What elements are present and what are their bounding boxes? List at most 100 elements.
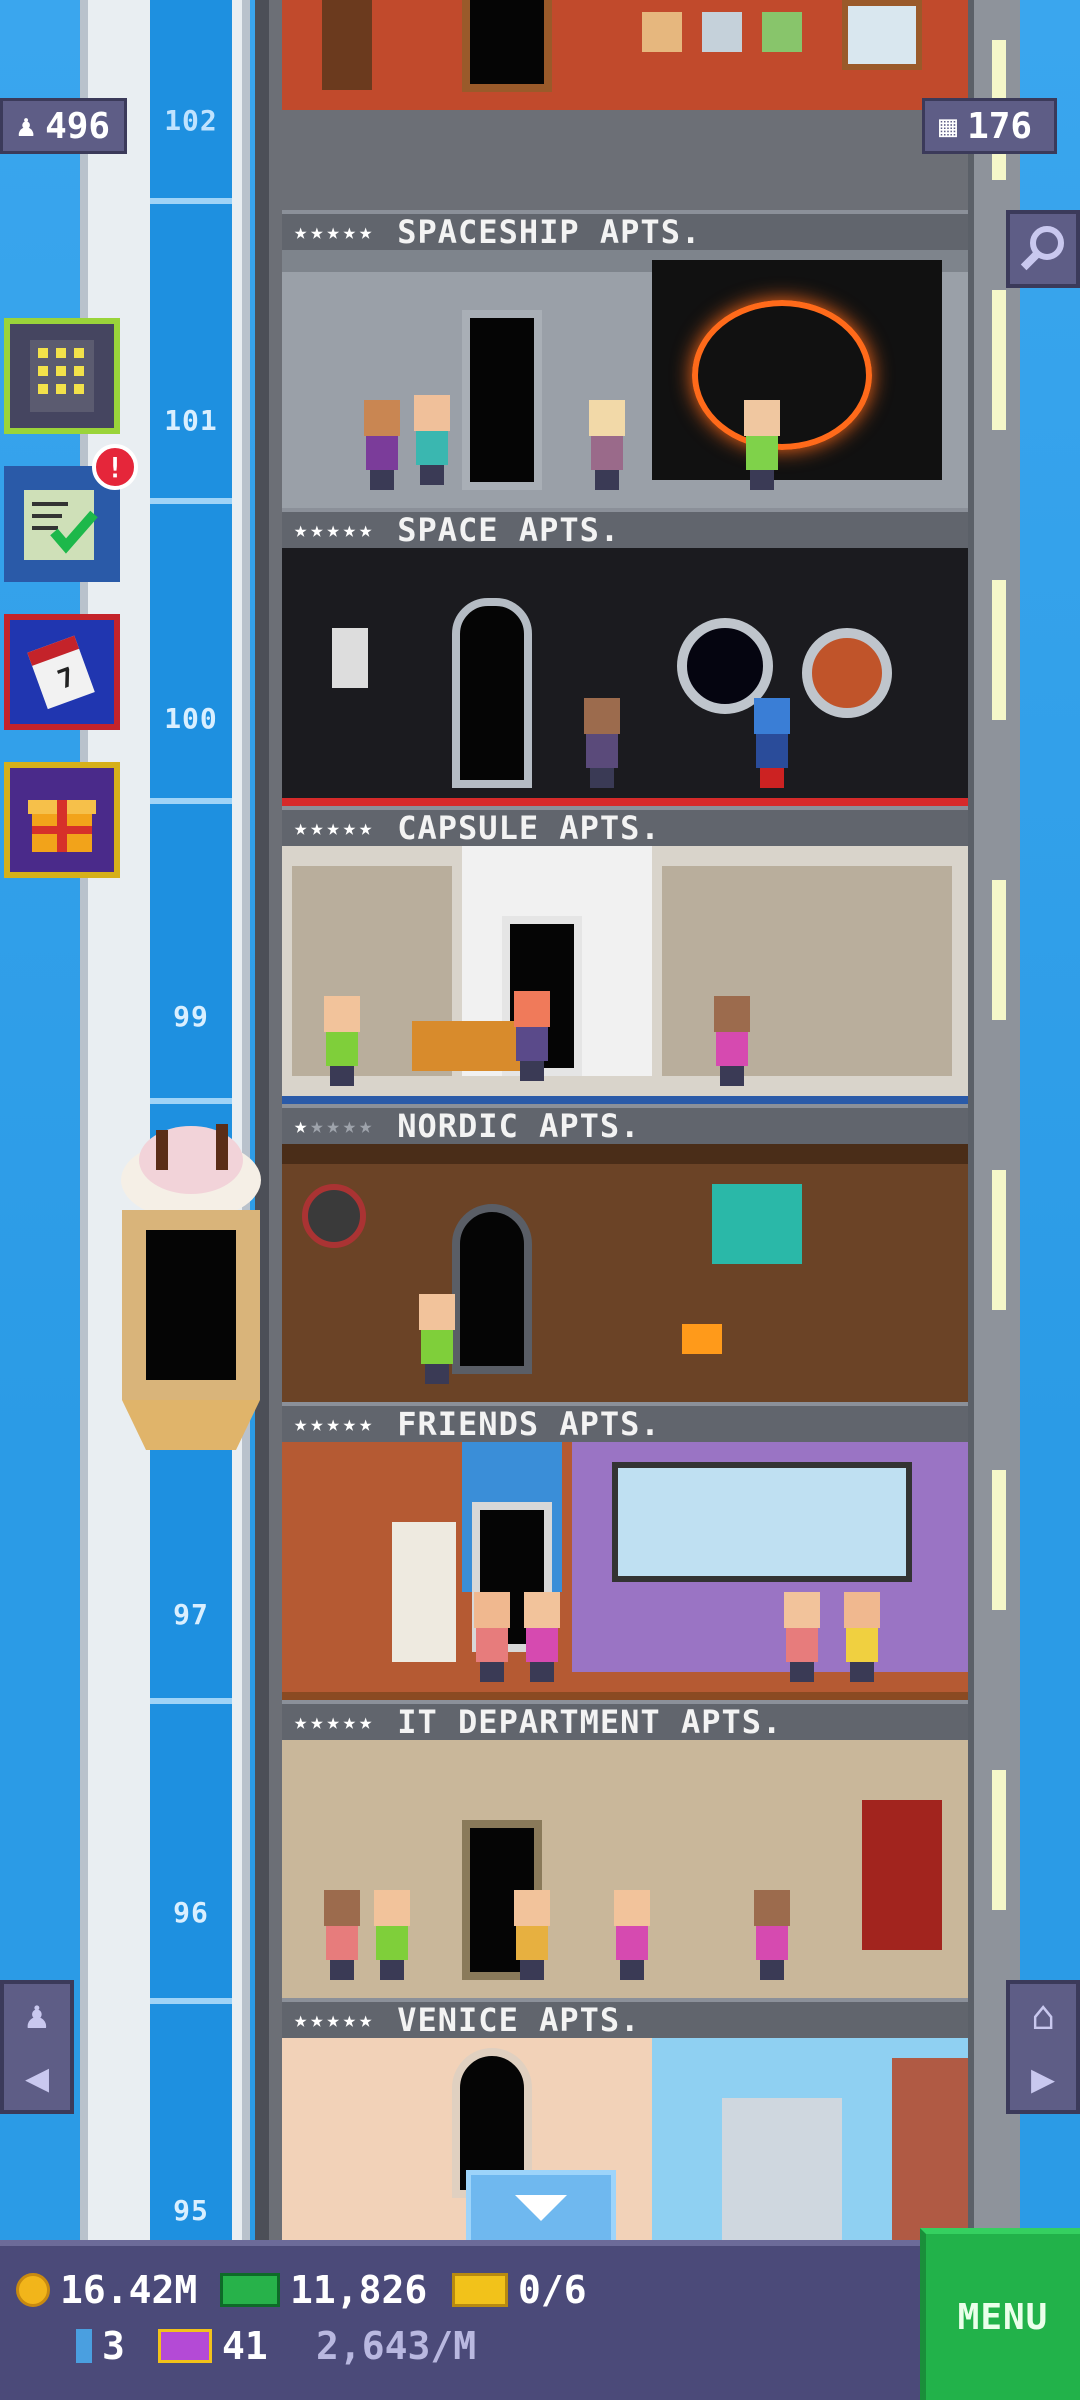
trophy-decor [712,1184,802,1264]
notification-badge: ! [92,444,138,490]
tenant[interactable] [587,400,627,490]
shaft-tick [150,1998,232,2004]
floor-number: 96 [173,1896,209,1929]
floor-top-partial[interactable] [282,0,968,210]
menu-button[interactable]: MENU [920,2228,1080,2400]
floor-label: ★★★★★ NORDIC APTS. [282,1104,968,1145]
floor-room [282,2038,968,2240]
floor-name: NORDIC APTS. [397,1107,641,1145]
reactor-viewport [652,260,942,480]
triangle-right-icon: ▶ [1030,2055,1056,2102]
population-counter[interactable]: ♟ 496 [0,98,128,154]
floor-nordic-apts[interactable]: ★★★★★ NORDIC APTS. [282,1104,968,1402]
window-light [992,1470,1006,1610]
window-light [992,580,1006,720]
star-rating: ★★★★★ [294,2007,376,2033]
floor-name: CAPSULE APTS. [397,809,661,847]
floor-it-department-apts[interactable]: ★★★★★ IT DEPARTMENT APTS. [282,1700,968,1998]
floor-number: 101 [164,404,218,437]
tenant[interactable] [752,1890,792,1980]
ticket-icon [452,2273,508,2307]
tenant[interactable] [522,1592,562,1682]
lobby-down-button[interactable]: ♟ ◀ [0,1980,74,2114]
roof-up-button[interactable]: ⌂ ▶ [1006,1980,1080,2114]
tenant[interactable] [417,1294,457,1384]
tenant[interactable] [612,1890,652,1980]
star-rating: ★★★★★ [294,1113,376,1139]
tenant[interactable] [362,400,402,490]
build-floor-button[interactable] [4,318,120,434]
window-light [992,880,1006,1020]
vip-value: 41 [222,2324,268,2368]
floor-number: 100 [164,702,218,735]
tenant[interactable] [712,996,752,1086]
building-icon [30,340,94,412]
floors-counter[interactable]: ▦ 176 [922,98,1058,154]
keys-stat[interactable]: 3 [76,2324,125,2368]
floor-room [282,846,968,1104]
gift-icon [28,800,96,852]
tenant[interactable] [472,1592,512,1682]
population-value: 496 [45,105,111,147]
bookshelf [322,0,372,90]
tenant[interactable] [512,1890,552,1980]
tower-right-rail [968,0,1020,2240]
floor-venice-apts[interactable]: ★★★★★ VENICE APTS. [282,1998,968,2240]
tenant[interactable] [742,400,782,490]
floor-room [282,1144,968,1402]
tenant[interactable] [782,1592,822,1682]
fridge [392,1522,456,1662]
tenant[interactable] [412,395,452,485]
window [842,0,922,70]
floor-number: 97 [173,1598,209,1631]
tenant[interactable] [322,996,362,1086]
tenant[interactable] [372,1890,412,1980]
window-light [992,1170,1006,1310]
floor-name: FRIENDS APTS. [397,1405,661,1443]
floor-number: 102 [164,104,218,137]
tenant[interactable] [842,1592,882,1682]
keys-value: 3 [102,2324,125,2368]
door [452,1204,532,1374]
bux-bill-icon [220,2273,280,2307]
red-door [862,1800,942,1950]
floor-friends-apts[interactable]: ★★★★★ FRIENDS APTS. [282,1402,968,1700]
coins-value: 16.42M [60,2268,198,2312]
bux-value: 11,826 [290,2268,428,2312]
tiger-pet[interactable] [412,1021,522,1071]
shaft-tick [150,798,232,804]
floor-number: 99 [173,1000,209,1033]
star-rating: ★★★★★ [294,517,376,543]
venice-building [722,2098,842,2240]
floor-spaceship-apts[interactable]: ★★★★★ SPACESHIP APTS. [282,210,968,508]
floor-label: ★★★★★ IT DEPARTMENT APTS. [282,1700,968,1741]
star-rating: ★★★★★ [294,1709,376,1735]
zoom-button[interactable] [1006,210,1080,288]
bux-stat[interactable]: 11,826 [220,2268,427,2312]
star-rating: ★★★★★ [294,1411,376,1437]
house-icon: ⌂ [1030,1992,1056,2039]
vip-ticket-icon [158,2329,212,2363]
floor-label: ★★★★★ SPACESHIP APTS. [282,210,968,251]
shield-decor [302,1184,366,1248]
star-rating: ★★★★★ [294,219,376,245]
floor-capsule-apts[interactable]: ★★★★★ CAPSULE APTS. [282,806,968,1104]
scroll-down-button[interactable] [466,2170,616,2240]
window [612,1462,912,1582]
tenant[interactable] [512,991,552,1081]
venice-building [892,2058,968,2240]
coins-stat[interactable]: 16.42M [16,2268,197,2312]
floor-space-apts[interactable]: ★★★★★ SPACE APTS. [282,508,968,806]
floor-room [282,250,968,508]
door [452,598,532,788]
tenant[interactable] [752,698,792,788]
vip-stat[interactable]: 41 [158,2324,268,2368]
tickets-stat[interactable]: 0/6 [452,2268,587,2312]
elevator-car[interactable] [116,1110,266,1470]
shaft-tick [150,498,232,504]
daily-calendar-button[interactable]: 7 [4,614,120,730]
tenant[interactable] [322,1890,362,1980]
tenant[interactable] [582,698,622,788]
gift-button[interactable] [4,762,120,878]
person-icon: ♟ [17,108,36,144]
